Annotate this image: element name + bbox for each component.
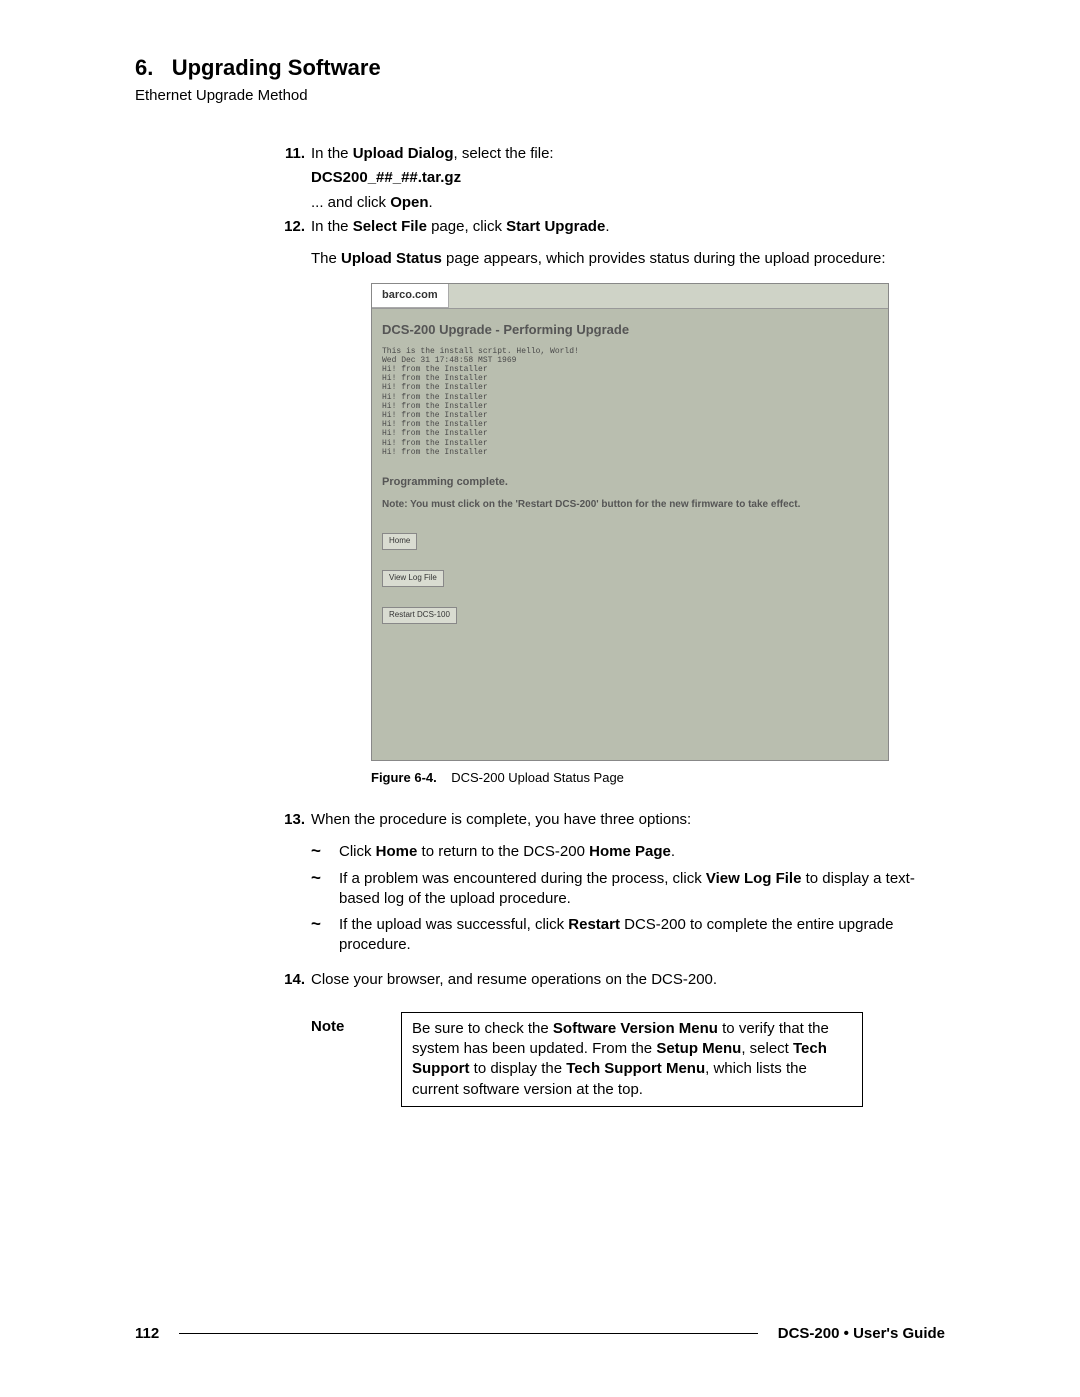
step-11: 11. In the Upload Dialog, select the fil… — [275, 144, 945, 164]
screenshot-restart-button: Restart DCS-100 — [382, 607, 457, 624]
page-number: 112 — [135, 1325, 159, 1342]
footer-doc-tag: DCS-200 • User's Guide — [778, 1325, 945, 1342]
screenshot-home-button: Home — [382, 533, 417, 550]
heading-title: Upgrading Software — [172, 55, 381, 80]
step-text: In the Upload Dialog, select the file: — [311, 144, 945, 164]
step-text: When the procedure is complete, you have… — [311, 810, 945, 830]
step-number: 14. — [275, 970, 311, 990]
screenshot-tab: barco.com — [372, 284, 449, 308]
footer-rule — [179, 1333, 758, 1334]
step-14: 14. Close your browser, and resume opera… — [275, 970, 945, 990]
chapter-heading: 6. Upgrading Software — [135, 55, 945, 81]
step-11-cont: ... and click Open. — [311, 193, 945, 213]
figure-caption: Figure 6-4. DCS-200 Upload Status Page — [371, 769, 945, 787]
bullet-1: ~ Click Home to return to the DCS-200 Ho… — [311, 842, 945, 862]
screenshot-note: Note: You must click on the 'Restart DCS… — [382, 498, 878, 512]
bullet-3: ~ If the upload was successful, click Re… — [311, 915, 945, 956]
step-number: 13. — [275, 810, 311, 830]
step-13: 13. When the procedure is complete, you … — [275, 810, 945, 830]
step-number: 11. — [275, 144, 311, 164]
figure-lead: Figure 6-4. — [371, 770, 437, 785]
step-number: 12. — [275, 217, 311, 237]
screenshot-title: DCS-200 Upgrade - Performing Upgrade — [382, 321, 878, 339]
bullet-text: If the upload was successful, click Rest… — [339, 915, 945, 956]
screenshot-tabbar: barco.com — [372, 284, 888, 309]
note-block: Note Be sure to check the Software Versi… — [311, 1012, 945, 1107]
bullet-2: ~ If a problem was encountered during th… — [311, 869, 945, 910]
note-label: Note — [311, 1012, 401, 1035]
screenshot-viewlog-button: View Log File — [382, 570, 444, 587]
heading-number: 6. — [135, 55, 153, 80]
screenshot-programming-complete: Programming complete. — [382, 475, 878, 490]
bullet-text: Click Home to return to the DCS-200 Home… — [339, 842, 945, 862]
section-subheading: Ethernet Upgrade Method — [135, 87, 945, 104]
note-box: Be sure to check the Software Version Me… — [401, 1012, 863, 1107]
upload-filename: DCS200_##_##.tar.gz — [311, 168, 945, 188]
step-12-detail: The Upload Status page appears, which pr… — [311, 249, 945, 269]
bullet-text: If a problem was encountered during the … — [339, 869, 945, 910]
screenshot-log: This is the install script. Hello, World… — [382, 347, 878, 457]
upload-status-screenshot: barco.com DCS-200 Upgrade - Performing U… — [371, 283, 889, 760]
bullet-mark: ~ — [311, 869, 339, 910]
bullet-mark: ~ — [311, 915, 339, 956]
figure-text: DCS-200 Upload Status Page — [451, 770, 624, 785]
page-footer: 112 DCS-200 • User's Guide — [135, 1325, 945, 1342]
bullet-mark: ~ — [311, 842, 339, 862]
step-text: Close your browser, and resume operation… — [311, 970, 945, 990]
step-12: 12. In the Select File page, click Start… — [275, 217, 945, 237]
step-text: In the Select File page, click Start Upg… — [311, 217, 945, 237]
